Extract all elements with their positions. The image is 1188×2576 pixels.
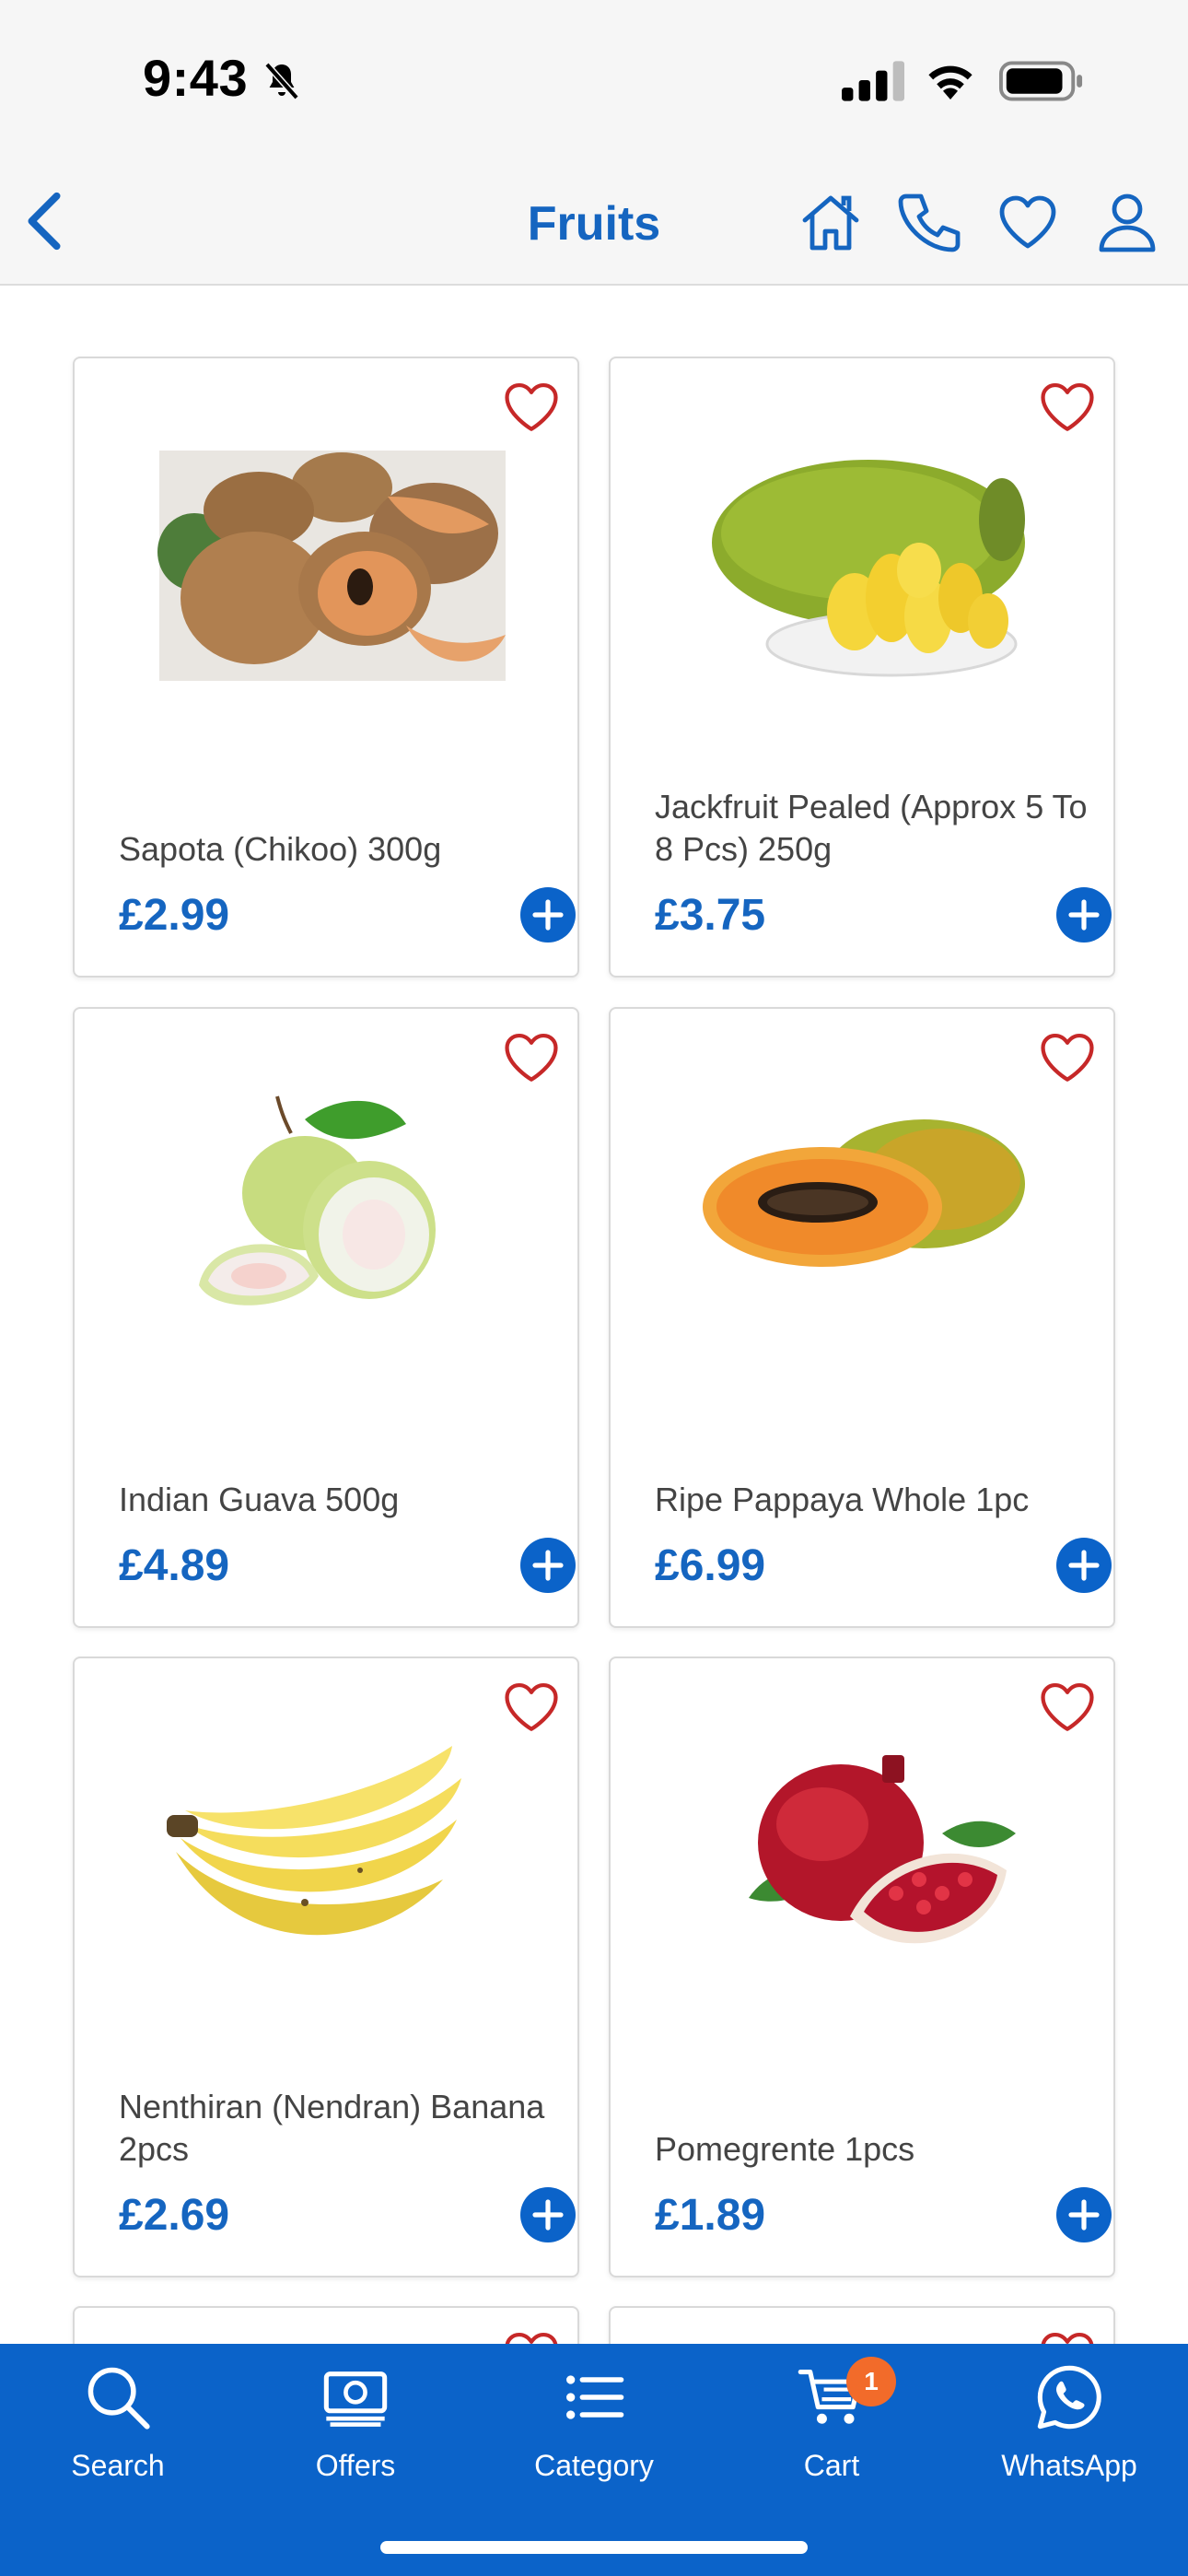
tab-category[interactable]: Category (502, 2362, 686, 2500)
favorite-heart-icon[interactable] (1038, 379, 1097, 434)
product-name: Ripe Pappaya Whole 1pc (655, 1481, 1030, 1518)
page-title: Fruits (527, 197, 661, 251)
favorite-heart-icon[interactable] (502, 1679, 561, 1734)
product-card[interactable]: Pomegrente 1pcs £1.89 (609, 1657, 1115, 2277)
product-card[interactable]: Sapota (Chikoo) 300g £2.99 (73, 357, 579, 978)
wishlist-heart-icon[interactable] (995, 189, 1061, 255)
product-name: Nenthiran (Nendran) Banana 2pcs (119, 2088, 545, 2168)
tab-label: Cart (803, 2449, 860, 2482)
phone-icon[interactable] (895, 189, 961, 255)
favorite-heart-icon[interactable] (1038, 1029, 1097, 1084)
tab-label: Search (71, 2449, 165, 2482)
sapota-image (157, 451, 506, 681)
add-to-cart-icon[interactable] (520, 2187, 576, 2242)
status-time: 9:43 (143, 49, 249, 107)
status-bar: 9:43 (0, 0, 1188, 161)
jackfruit-image (712, 460, 1025, 677)
product-price: £3.75 (655, 891, 766, 940)
guava-image (199, 1095, 436, 1306)
search-icon (87, 2367, 150, 2430)
wifi-icon (928, 65, 973, 100)
product-price: £6.99 (655, 1541, 766, 1590)
pomegranate-image (749, 1755, 1016, 1944)
tab-whatsapp[interactable]: WhatsApp (977, 2362, 1161, 2500)
tab-label: WhatsApp (1001, 2449, 1137, 2482)
product-card[interactable]: Jackfruit Pealed (Approx 5 To 8 Pcs) 250… (609, 357, 1115, 978)
add-to-cart-icon[interactable] (520, 1538, 576, 1593)
add-to-cart-icon[interactable] (1056, 1538, 1112, 1593)
papaya-image (703, 1119, 1025, 1267)
favorite-heart-icon[interactable] (1038, 1679, 1097, 1734)
list-icon (566, 2375, 624, 2419)
product-name: Jackfruit Pealed (Approx 5 To 8 Pcs) 250… (655, 788, 1088, 868)
add-to-cart-icon[interactable] (520, 887, 576, 943)
tab-cart[interactable]: 1 Cart (740, 2357, 924, 2500)
tab-offers[interactable]: Offers (263, 2362, 448, 2500)
banana-image (167, 1746, 461, 1936)
cart-badge: 1 (846, 2357, 896, 2406)
product-name: Indian Guava 500g (119, 1481, 400, 1518)
back-chevron-icon[interactable] (17, 189, 72, 253)
tab-label: Category (534, 2449, 654, 2482)
favorite-heart-icon[interactable] (502, 379, 561, 434)
product-price: £2.99 (119, 891, 230, 940)
product-price: £4.89 (119, 1541, 230, 1590)
add-to-cart-icon[interactable] (1056, 887, 1112, 943)
offers-icon (323, 2371, 388, 2427)
product-price: £2.69 (119, 2191, 230, 2240)
product-name: Pomegrente 1pcs (655, 2130, 915, 2168)
cellular-signal-icon (842, 61, 904, 101)
add-to-cart-icon[interactable] (1056, 2187, 1112, 2242)
product-price: £1.89 (655, 2191, 766, 2240)
favorite-heart-icon[interactable] (502, 1029, 561, 1084)
product-card[interactable]: Indian Guava 500g £4.89 (73, 1007, 579, 1628)
product-name: Sapota (Chikoo) 300g (119, 830, 442, 868)
home-indicator (380, 2541, 808, 2554)
product-card[interactable]: Nenthiran (Nendran) Banana 2pcs £2.69 (73, 1657, 579, 2277)
whatsapp-icon (1037, 2365, 1101, 2430)
tab-search[interactable]: Search (26, 2362, 210, 2500)
bell-muted-icon (264, 62, 299, 100)
battery-icon (998, 61, 1083, 101)
tab-label: Offers (315, 2449, 396, 2482)
home-icon[interactable] (798, 189, 864, 255)
account-icon[interactable] (1094, 189, 1160, 255)
product-card[interactable]: Ripe Pappaya Whole 1pc £6.99 (609, 1007, 1115, 1628)
navigation-bar: Fruits (0, 161, 1188, 286)
